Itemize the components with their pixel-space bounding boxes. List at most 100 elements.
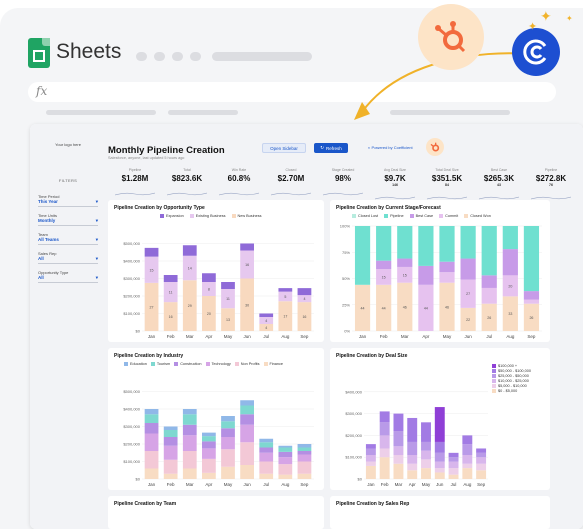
filter-team[interactable]: Team All Teams ▾: [38, 232, 98, 245]
bar-segment[interactable]: [393, 463, 404, 479]
bar-segment[interactable]: [448, 461, 459, 469]
bar-segment[interactable]: [297, 473, 312, 479]
bar-segment[interactable]: [434, 441, 445, 453]
bar-segment[interactable]: [240, 400, 254, 406]
bar-segment[interactable]: [259, 442, 274, 448]
bar-segment[interactable]: [379, 411, 390, 423]
bar-segment[interactable]: [221, 416, 235, 422]
bar-segment[interactable]: [202, 273, 216, 282]
bar-segment[interactable]: [439, 272, 455, 283]
bar-segment[interactable]: [259, 313, 274, 318]
bar-segment[interactable]: [448, 468, 459, 475]
bar-segment[interactable]: [163, 430, 178, 437]
bar-segment[interactable]: [202, 432, 216, 437]
bar-segment[interactable]: [481, 287, 497, 304]
bar-segment[interactable]: [434, 452, 445, 462]
bar-segment[interactable]: [476, 448, 487, 453]
bar-segment[interactable]: [221, 428, 235, 437]
bar-segment[interactable]: [481, 226, 497, 276]
bar-segment[interactable]: [393, 431, 404, 447]
bar-segment[interactable]: [240, 243, 254, 251]
bar-segment[interactable]: [421, 422, 431, 442]
bar-segment[interactable]: [221, 421, 235, 429]
bar-segment[interactable]: [421, 468, 431, 479]
bar-segment[interactable]: [182, 468, 197, 480]
filter-time-units[interactable]: Time Units Monthly ▾: [38, 213, 98, 226]
bar-segment[interactable]: [407, 417, 418, 442]
bar-segment[interactable]: [163, 473, 178, 479]
bar-segment[interactable]: [393, 446, 404, 456]
bar-segment[interactable]: [182, 245, 197, 256]
bar-segment[interactable]: [462, 468, 473, 479]
open-sidebar-button[interactable]: Open Sidebar: [262, 143, 306, 153]
bar-segment[interactable]: [202, 472, 216, 479]
bar-segment[interactable]: [240, 414, 254, 425]
bar-segment[interactable]: [481, 275, 497, 288]
bar-segment[interactable]: [397, 226, 413, 259]
bar-segment[interactable]: [144, 409, 159, 415]
bar-segment[interactable]: [476, 457, 487, 464]
bar-segment[interactable]: [144, 433, 159, 452]
bar-segment[interactable]: [163, 275, 178, 282]
bar-segment[interactable]: [297, 451, 312, 455]
bar-segment[interactable]: [259, 473, 274, 479]
bar-segment[interactable]: [379, 457, 390, 479]
bar-segment[interactable]: [407, 463, 418, 471]
bar-segment[interactable]: [476, 463, 487, 471]
bar-segment[interactable]: [240, 442, 254, 465]
bar-segment[interactable]: [502, 249, 518, 276]
bar-segment[interactable]: [240, 405, 254, 415]
bar-segment[interactable]: [448, 457, 459, 462]
bar-segment[interactable]: [182, 451, 197, 469]
bar-segment[interactable]: [418, 265, 434, 285]
bar-segment[interactable]: [202, 441, 216, 449]
bar-segment[interactable]: [407, 470, 418, 479]
bar-segment[interactable]: [144, 247, 159, 257]
filter-time-period[interactable]: Time Period This Year ▾: [38, 194, 98, 207]
bar-segment[interactable]: [448, 474, 459, 479]
bar-segment[interactable]: [376, 226, 392, 261]
bar-segment[interactable]: [144, 414, 159, 423]
bar-segment[interactable]: [476, 470, 487, 479]
bar-segment[interactable]: [354, 226, 371, 285]
bar-segment[interactable]: [365, 444, 376, 449]
bar-segment[interactable]: [439, 226, 455, 262]
bar-segment[interactable]: [523, 299, 540, 304]
bar-segment[interactable]: [240, 424, 254, 443]
filter-opportunity-type[interactable]: Opportunity Type All ▾: [38, 270, 98, 283]
bar-segment[interactable]: [144, 468, 159, 480]
bar-segment[interactable]: [397, 258, 413, 267]
bar-segment[interactable]: [259, 452, 274, 462]
bar-segment[interactable]: [365, 448, 376, 456]
bar-segment[interactable]: [462, 444, 473, 456]
bar-segment[interactable]: [297, 444, 312, 448]
bar-segment[interactable]: [379, 422, 390, 436]
bar-segment[interactable]: [221, 466, 235, 479]
bar-segment[interactable]: [523, 226, 540, 292]
bar-segment[interactable]: [523, 291, 540, 300]
bar-segment[interactable]: [421, 459, 431, 469]
bar-segment[interactable]: [278, 451, 293, 458]
bar-segment[interactable]: [163, 437, 178, 446]
bar-segment[interactable]: [278, 447, 293, 452]
bar-segment[interactable]: [421, 441, 431, 451]
bar-segment[interactable]: [297, 461, 312, 474]
bar-segment[interactable]: [182, 414, 197, 425]
bar-segment[interactable]: [278, 457, 293, 465]
bar-segment[interactable]: [182, 424, 197, 436]
bar-segment[interactable]: [434, 461, 445, 469]
refresh-button[interactable]: ↻ Refresh: [314, 143, 348, 153]
bar-segment[interactable]: [365, 461, 376, 466]
bar-segment[interactable]: [407, 441, 418, 456]
bar-segment[interactable]: [259, 461, 274, 474]
bar-segment[interactable]: [278, 474, 293, 479]
bar-segment[interactable]: [393, 455, 404, 464]
bar-segment[interactable]: [297, 447, 312, 452]
bar-segment[interactable]: [376, 260, 392, 270]
bar-segment[interactable]: [502, 226, 518, 250]
bar-segment[interactable]: [144, 423, 159, 434]
bar-segment[interactable]: [259, 438, 274, 443]
bar-segment[interactable]: [434, 407, 445, 442]
bar-segment[interactable]: [448, 452, 459, 458]
bar-segment[interactable]: [240, 465, 254, 479]
